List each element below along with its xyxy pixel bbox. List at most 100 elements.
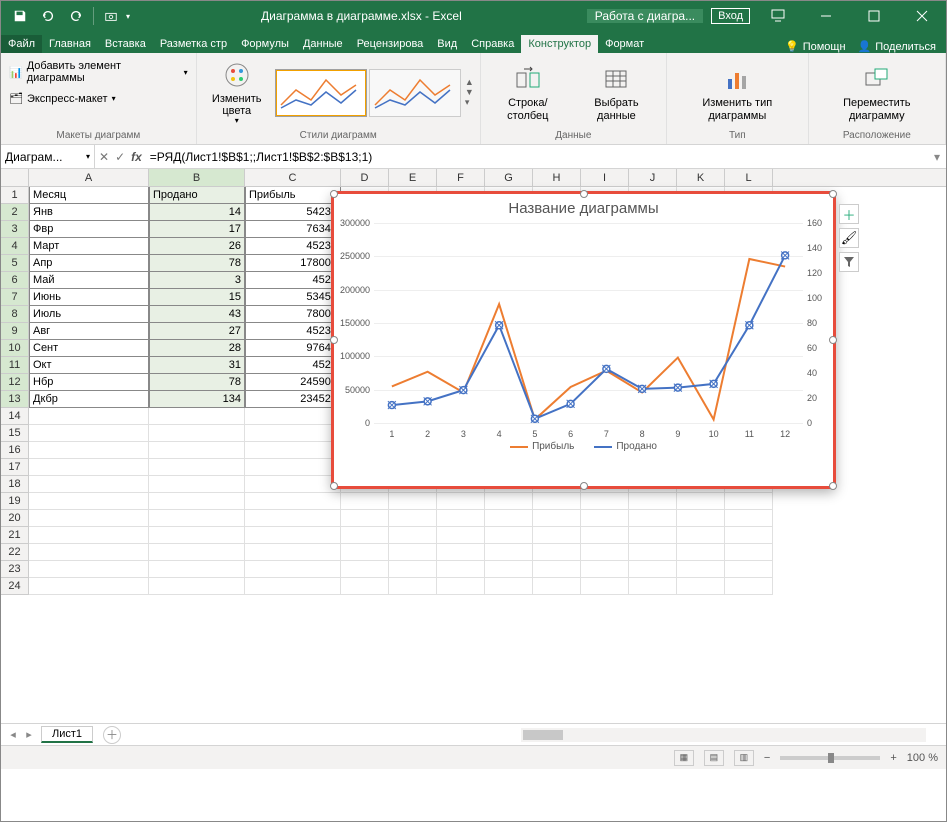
cell[interactable]: 53452 (245, 289, 341, 306)
cell[interactable] (149, 578, 245, 595)
cell[interactable]: 97643 (245, 340, 341, 357)
cell[interactable] (245, 578, 341, 595)
sheet-tab-active[interactable]: Лист1 (41, 726, 93, 743)
redo-button[interactable] (63, 4, 89, 28)
cell[interactable]: Апр (29, 255, 149, 272)
cell[interactable] (677, 561, 725, 578)
cell[interactable] (485, 527, 533, 544)
cell[interactable] (245, 459, 341, 476)
tab-file[interactable]: Файл (1, 35, 42, 53)
cancel-icon[interactable]: ✕ (99, 150, 109, 164)
cell[interactable]: Янв (29, 204, 149, 221)
row-header-3[interactable]: 3 (1, 221, 29, 238)
cell[interactable]: 245908 (245, 374, 341, 391)
cell[interactable] (581, 510, 629, 527)
cell[interactable]: Нбр (29, 374, 149, 391)
tab-данные[interactable]: Данные (296, 35, 350, 53)
cell[interactable] (725, 544, 773, 561)
cell[interactable] (149, 527, 245, 544)
cell[interactable]: 3 (149, 272, 245, 289)
cell[interactable]: Сент (29, 340, 149, 357)
row-header-18[interactable]: 18 (1, 476, 29, 493)
change-colors-button[interactable]: Изменить цвета▾ (203, 57, 271, 128)
row-header-14[interactable]: 14 (1, 408, 29, 425)
cell[interactable] (437, 578, 485, 595)
cell[interactable] (341, 561, 389, 578)
zoom-out-button[interactable]: − (764, 752, 770, 764)
cell[interactable] (29, 425, 149, 442)
cell[interactable]: Июнь (29, 289, 149, 306)
cell[interactable]: Продано (149, 187, 245, 204)
save-button[interactable] (7, 4, 33, 28)
formula-input[interactable]: =РЯД(Лист1!$B$1;;Лист1!$B$2:$B$13;1) (146, 150, 928, 164)
change-chart-type-button[interactable]: Изменить тип диаграммы (673, 61, 802, 123)
cell[interactable] (725, 578, 773, 595)
cell[interactable]: Авг (29, 323, 149, 340)
zoom-in-button[interactable]: + (890, 752, 896, 764)
row-header-4[interactable]: 4 (1, 238, 29, 255)
chart-style-1[interactable] (275, 69, 367, 117)
cell[interactable] (581, 578, 629, 595)
tab-справка[interactable]: Справка (464, 35, 521, 53)
cell[interactable]: 17 (149, 221, 245, 238)
enter-icon[interactable]: ✓ (115, 150, 125, 164)
cell[interactable] (677, 578, 725, 595)
cell[interactable] (533, 493, 581, 510)
cell[interactable]: 27 (149, 323, 245, 340)
cell[interactable] (341, 578, 389, 595)
share-button[interactable]: Поделиться (875, 41, 936, 53)
row-header-13[interactable]: 13 (1, 391, 29, 408)
cell[interactable] (29, 510, 149, 527)
cell[interactable]: 4523 (245, 272, 341, 289)
cell[interactable] (629, 510, 677, 527)
cell[interactable] (29, 561, 149, 578)
cell[interactable]: 178000 (245, 255, 341, 272)
cell[interactable] (341, 544, 389, 561)
row-header-10[interactable]: 10 (1, 340, 29, 357)
cell[interactable] (629, 527, 677, 544)
cell[interactable] (29, 527, 149, 544)
cell[interactable] (437, 510, 485, 527)
cell[interactable] (245, 425, 341, 442)
cell[interactable] (149, 425, 245, 442)
column-header-I[interactable]: I (581, 169, 629, 186)
cell[interactable]: 28 (149, 340, 245, 357)
cell[interactable] (629, 544, 677, 561)
switch-row-column-button[interactable]: Строка/столбец (487, 61, 569, 123)
cell[interactable]: Март (29, 238, 149, 255)
sheet-nav-next[interactable]: ▸ (21, 728, 37, 741)
cell[interactable] (245, 442, 341, 459)
chart-filters-button[interactable] (839, 252, 859, 272)
chart-series-1[interactable] (392, 255, 785, 418)
minimize-button[interactable] (806, 1, 846, 31)
cell[interactable]: 14 (149, 204, 245, 221)
row-header-15[interactable]: 15 (1, 425, 29, 442)
cell[interactable] (149, 408, 245, 425)
column-header-G[interactable]: G (485, 169, 533, 186)
tab-главная[interactable]: Главная (42, 35, 98, 53)
cell[interactable] (677, 510, 725, 527)
worksheet-grid[interactable]: ABCDEFGHIJKL 1МесяцПроданоПрибыль2Янв145… (1, 169, 946, 723)
tab-рецензирова[interactable]: Рецензирова (350, 35, 431, 53)
cell[interactable] (581, 561, 629, 578)
column-header-H[interactable]: H (533, 169, 581, 186)
cell[interactable]: Фвр (29, 221, 149, 238)
tell-me-button[interactable]: Помощн (803, 41, 846, 53)
cell[interactable] (29, 408, 149, 425)
cell[interactable] (629, 578, 677, 595)
cell[interactable] (341, 510, 389, 527)
cell[interactable] (29, 442, 149, 459)
row-header-5[interactable]: 5 (1, 255, 29, 272)
cell[interactable]: 76345 (245, 221, 341, 238)
tab-формат[interactable]: Формат (598, 35, 651, 53)
cell[interactable] (29, 476, 149, 493)
cell[interactable]: 31 (149, 357, 245, 374)
cell[interactable]: 45234 (245, 238, 341, 255)
cell[interactable]: 78 (149, 255, 245, 272)
chart-styles-button[interactable]: 🖌 (839, 228, 859, 248)
camera-button[interactable] (98, 4, 124, 28)
cell[interactable] (485, 561, 533, 578)
column-header-J[interactable]: J (629, 169, 677, 186)
cell[interactable] (29, 493, 149, 510)
row-header-7[interactable]: 7 (1, 289, 29, 306)
